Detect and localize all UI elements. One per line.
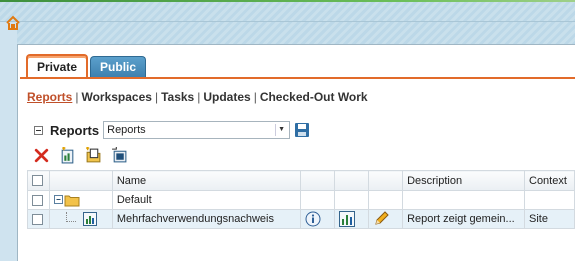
report-icon[interactable] — [83, 212, 98, 226]
row-type-cell — [48, 209, 113, 229]
column-header-run[interactable] — [334, 170, 370, 191]
row-run-cell — [334, 209, 370, 229]
home-icon[interactable] — [5, 15, 21, 31]
subnav-checked-out-work[interactable]: Checked-Out Work — [260, 90, 368, 104]
chevron-down-icon[interactable]: ▼ — [275, 124, 287, 136]
run-report-icon[interactable] — [339, 211, 356, 227]
row-description: Report zeigt gemein... — [402, 209, 525, 229]
edit-pencil-icon[interactable] — [373, 211, 389, 227]
column-header-description[interactable]: Description — [402, 170, 525, 191]
collapse-toggle-icon[interactable] — [34, 125, 43, 135]
subnav-updates[interactable]: Updates — [203, 90, 250, 104]
tab-private[interactable]: Private — [26, 54, 89, 78]
table-row-empty — [28, 229, 575, 248]
reports-select-value: Reports — [107, 124, 146, 136]
reports-grid: Name Description Context Default Mehrfac… — [27, 170, 575, 248]
table-row[interactable]: Mehrfachverwendungsnachweis Report zeigt… — [27, 209, 575, 229]
toolbar — [33, 147, 128, 164]
separator: | — [253, 90, 257, 104]
save-icon[interactable] — [294, 122, 310, 138]
info-icon[interactable] — [305, 211, 321, 227]
select-all-cell — [27, 170, 50, 191]
sub-navigation: Reports | Workspaces | Tasks | Updates | Checked… — [27, 90, 368, 104]
grid-header-row: Name Description Context — [27, 170, 575, 191]
subnav-workspaces[interactable]: Workspaces — [81, 90, 151, 104]
row-edit-cell — [368, 190, 404, 210]
separator: | — [75, 90, 79, 104]
move-icon[interactable] — [111, 147, 128, 164]
row-context: Site — [524, 209, 575, 229]
row-checkbox[interactable] — [32, 194, 43, 206]
row-select-cell — [27, 190, 50, 210]
tab-underline — [20, 77, 575, 79]
row-description — [402, 190, 525, 210]
header-panel — [17, 22, 575, 44]
column-header-name[interactable]: Name — [111, 170, 301, 191]
subnav-tasks[interactable]: Tasks — [161, 90, 194, 104]
row-info-cell — [299, 190, 336, 210]
row-checkbox[interactable] — [32, 213, 43, 225]
column-header-type[interactable] — [48, 170, 113, 191]
row-run-cell — [334, 190, 370, 210]
row-type-cell — [48, 190, 113, 210]
separator: | — [154, 90, 159, 104]
tab-public[interactable]: Public — [90, 56, 147, 78]
row-edit-cell — [368, 209, 404, 229]
new-folder-icon[interactable] — [85, 147, 102, 164]
delete-icon[interactable] — [33, 147, 50, 164]
table-row[interactable]: Default — [27, 190, 575, 210]
column-header-edit[interactable] — [368, 170, 404, 191]
reports-section-title: Reports — [50, 122, 100, 138]
select-all-checkbox[interactable] — [32, 175, 43, 187]
row-info-cell — [299, 209, 336, 229]
tab-bar: Private Public — [26, 54, 147, 78]
new-report-icon[interactable] — [59, 147, 76, 164]
folder-icon[interactable] — [53, 193, 80, 207]
top-banner — [0, 0, 575, 22]
row-name[interactable]: Default — [111, 190, 301, 210]
reports-header: Reports Reports ▼ — [34, 121, 310, 139]
row-select-cell — [27, 209, 50, 229]
column-header-context[interactable]: Context — [524, 170, 575, 191]
accent-strip — [0, 0, 575, 2]
tree-connector — [65, 212, 76, 222]
column-header-info[interactable] — [299, 170, 336, 191]
row-name[interactable]: Mehrfachverwendungsnachweis — [111, 209, 301, 229]
reports-select[interactable]: Reports ▼ — [103, 121, 291, 139]
row-context — [524, 190, 575, 210]
subnav-reports[interactable]: Reports — [27, 90, 72, 104]
separator: | — [197, 90, 201, 104]
